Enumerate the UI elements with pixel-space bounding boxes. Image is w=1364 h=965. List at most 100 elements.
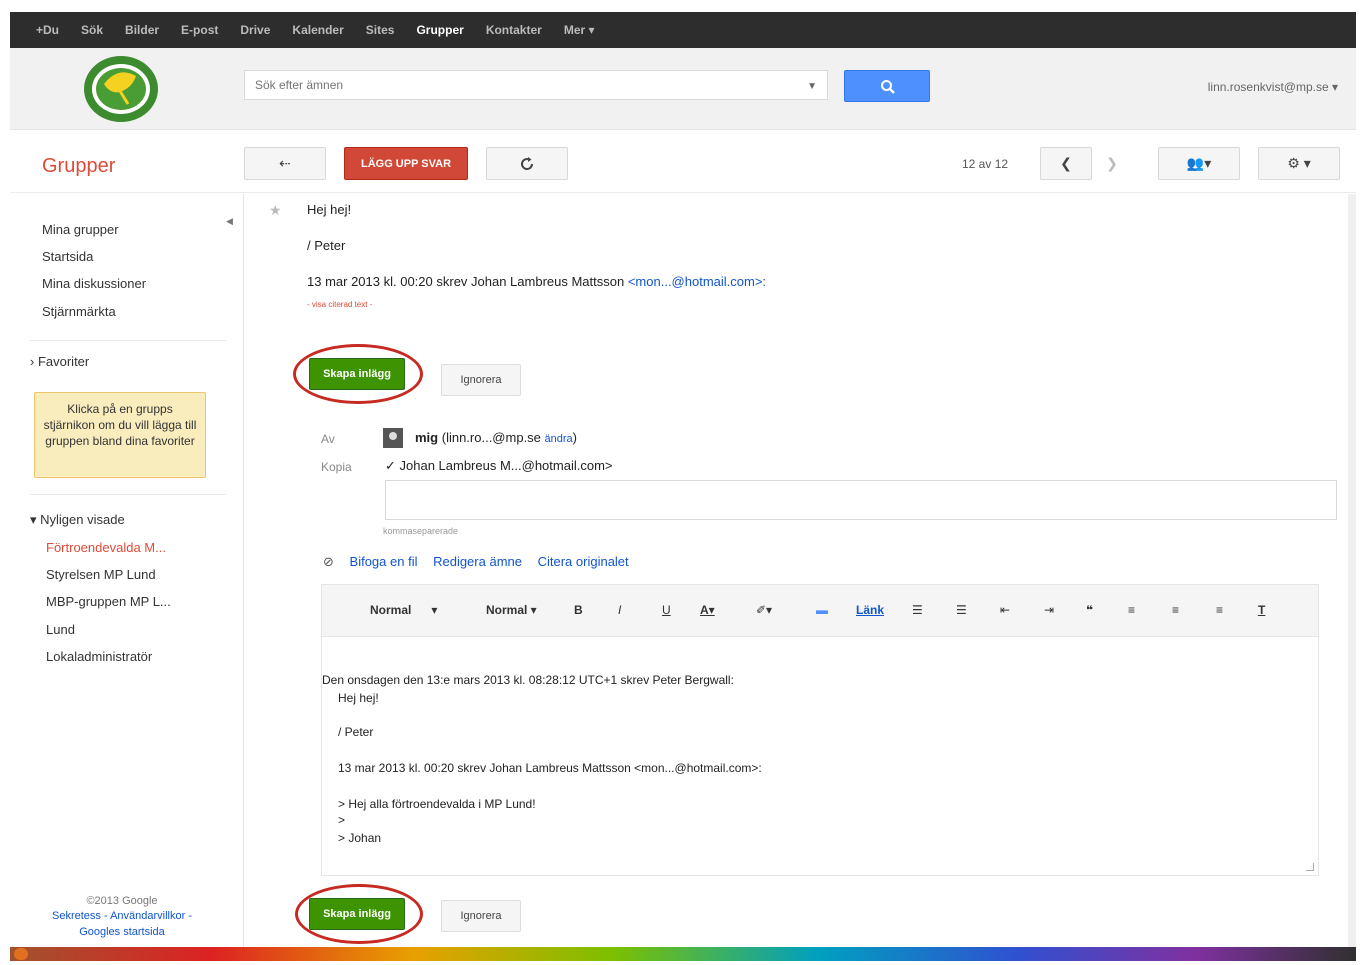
recent-label: Nyligen visade: [40, 512, 125, 527]
chevron-right-icon: ›: [30, 354, 38, 369]
gbar-search[interactable]: Sök: [81, 23, 103, 37]
account-menu[interactable]: linn.rosenkvist@mp.se ▾: [1208, 80, 1338, 94]
bullet-list-icon[interactable]: ☰: [956, 603, 967, 617]
gear-icon: ⚙ ▾: [1287, 155, 1311, 171]
refresh-button[interactable]: [486, 147, 568, 180]
blockquote-icon[interactable]: ❝: [1086, 603, 1093, 617]
people-icon: 👥▾: [1186, 155, 1212, 171]
recent-item[interactable]: Förtroendevalda M...: [46, 540, 166, 555]
search-box: ▼: [244, 70, 828, 100]
post-button-bottom[interactable]: Skapa inlägg: [309, 898, 405, 930]
message-quote-intro: 13 mar 2013 kl. 00:20 skrev Johan Lambre…: [307, 274, 766, 289]
cc-recipient[interactable]: ✓ Johan Lambreus M...@hotmail.com>: [385, 458, 613, 474]
star-icon[interactable]: ★: [269, 202, 282, 219]
taskbar: [10, 947, 1356, 961]
editor-toolbar: Normal ▾ Normal ▾ B I U A▾ ✐▾ ▬ Länk ☰ ☰…: [322, 585, 1318, 637]
nav-divider: [30, 340, 226, 341]
text-color-icon[interactable]: A▾: [700, 603, 715, 617]
nav-my-groups[interactable]: Mina grupper: [42, 222, 119, 237]
align-right-icon[interactable]: ≡: [1216, 603, 1223, 617]
comma-separated-note: kommaseparerade: [383, 526, 459, 536]
attach-file-link[interactable]: Bifoga en fil: [350, 554, 418, 569]
nav-my-discussions[interactable]: Mina diskussioner: [42, 276, 146, 291]
change-sender-link[interactable]: ändra: [545, 433, 573, 445]
underline-icon[interactable]: U: [662, 603, 671, 617]
reply-post-button[interactable]: LÄGG UPP SVAR: [344, 147, 468, 180]
favorites-section[interactable]: › Favoriter: [30, 354, 89, 369]
cc-input[interactable]: [385, 480, 1337, 520]
align-center-icon[interactable]: ≡: [1172, 603, 1179, 617]
quote-header: Den onsdagen den 13:e mars 2013 kl. 08:2…: [322, 673, 734, 687]
remove-format-icon[interactable]: T: [1258, 603, 1265, 617]
quote-intro-text: 13 mar 2013 kl. 00:20 skrev Johan Lambre…: [307, 274, 628, 289]
gbar-drive[interactable]: Drive: [240, 23, 270, 37]
bold-icon[interactable]: B: [574, 603, 583, 617]
gbar-mail[interactable]: E-post: [181, 23, 218, 37]
recent-item[interactable]: Lund: [46, 622, 75, 637]
avatar: [383, 428, 403, 448]
footer: ©2013 Google Sekretess - Användarvillkor…: [32, 894, 212, 940]
favorites-hint: Klicka på en grupps stjärnikon om du vil…: [34, 392, 206, 478]
back-button[interactable]: ⇠: [244, 147, 326, 180]
quoted-line: >: [338, 813, 346, 827]
italic-icon[interactable]: I: [618, 603, 621, 617]
favorites-label: Favoriter: [37, 354, 90, 369]
align-left-icon[interactable]: ≡: [1128, 603, 1135, 617]
start-icon[interactable]: [14, 948, 28, 960]
cc-label: Kopia: [321, 460, 352, 474]
resize-handle[interactable]: [1306, 863, 1314, 871]
nav-home[interactable]: Startsida: [42, 249, 93, 264]
size-select[interactable]: Normal ▾: [486, 603, 537, 617]
search-button[interactable]: [844, 70, 930, 102]
highlight-color-icon[interactable]: ✐▾: [756, 603, 772, 617]
show-quoted-link[interactable]: - visa citerad text -: [307, 300, 372, 309]
refresh-icon: [521, 156, 534, 170]
recent-item[interactable]: Styrelsen MP Lund: [46, 567, 156, 582]
gbar-plus[interactable]: +Du: [36, 23, 59, 37]
search-options-caret-icon[interactable]: ▼: [807, 81, 817, 92]
ignore-button[interactable]: Ignorera: [441, 364, 521, 396]
collapse-nav-icon[interactable]: ◀: [226, 216, 233, 227]
image-icon[interactable]: ▬: [816, 603, 828, 617]
quote-email-link[interactable]: <mon...@hotmail.com>:: [628, 274, 766, 289]
link-button[interactable]: Länk: [856, 603, 884, 617]
gbar-calendar[interactable]: Kalender: [292, 23, 343, 37]
search-icon: [881, 80, 895, 94]
recent-item[interactable]: MBP-gruppen MP L...: [46, 594, 171, 609]
indent-icon[interactable]: ⇥: [1044, 603, 1054, 617]
gbar-sites[interactable]: Sites: [366, 23, 395, 37]
from-name: mig: [415, 430, 439, 445]
gbar-more[interactable]: Mer ▾: [564, 23, 595, 37]
member-settings-button[interactable]: 👥▾: [1158, 147, 1240, 180]
editor-body[interactable]: Den onsdagen den 13:e mars 2013 kl. 08:2…: [322, 637, 1318, 875]
footer-links[interactable]: Sekretess - Användarvillkor - Googles st…: [52, 910, 192, 937]
post-button[interactable]: Skapa inlägg: [309, 358, 405, 390]
prev-button[interactable]: ❮: [1040, 147, 1092, 180]
chevron-left-icon: ❮: [1060, 155, 1072, 171]
browser-window: +Du Sök Bilder E-post Drive Kalender Sit…: [10, 12, 1356, 947]
chevron-down-icon: ▾: [30, 512, 41, 527]
nav-starred[interactable]: Stjärnmärkta: [42, 304, 116, 319]
gbar-images[interactable]: Bilder: [125, 23, 159, 37]
app-title[interactable]: Grupper: [42, 155, 115, 178]
search-input[interactable]: [245, 71, 785, 99]
next-button[interactable]: ❯: [1092, 147, 1132, 180]
edit-subject-link[interactable]: Redigera ämne: [433, 554, 522, 569]
recent-item[interactable]: Lokaladministratör: [46, 649, 152, 664]
scrollbar[interactable]: [1348, 194, 1356, 947]
recent-section[interactable]: ▾ Nyligen visade: [30, 512, 125, 528]
party-logo-icon[interactable]: [82, 54, 160, 124]
gbar-groups[interactable]: Grupper: [416, 23, 463, 37]
quoted-line: Hej hej!: [338, 691, 379, 705]
chevron-right-icon: ❯: [1106, 155, 1118, 171]
outdent-icon[interactable]: ⇤: [1000, 603, 1010, 617]
quote-original-link[interactable]: Citera originalet: [538, 554, 629, 569]
settings-button[interactable]: ⚙ ▾: [1258, 147, 1340, 180]
font-select[interactable]: Normal ▾: [370, 603, 437, 617]
from-label: Av: [321, 432, 335, 446]
ignore-button-bottom[interactable]: Ignorera: [441, 900, 521, 932]
header: ▼ linn.rosenkvist@mp.se ▾: [10, 48, 1356, 130]
numbered-list-icon[interactable]: ☰: [912, 603, 923, 617]
compose-links: ⊘ Bifoga en fil Redigera ämne Citera ori…: [323, 554, 641, 570]
gbar-contacts[interactable]: Kontakter: [486, 23, 542, 37]
